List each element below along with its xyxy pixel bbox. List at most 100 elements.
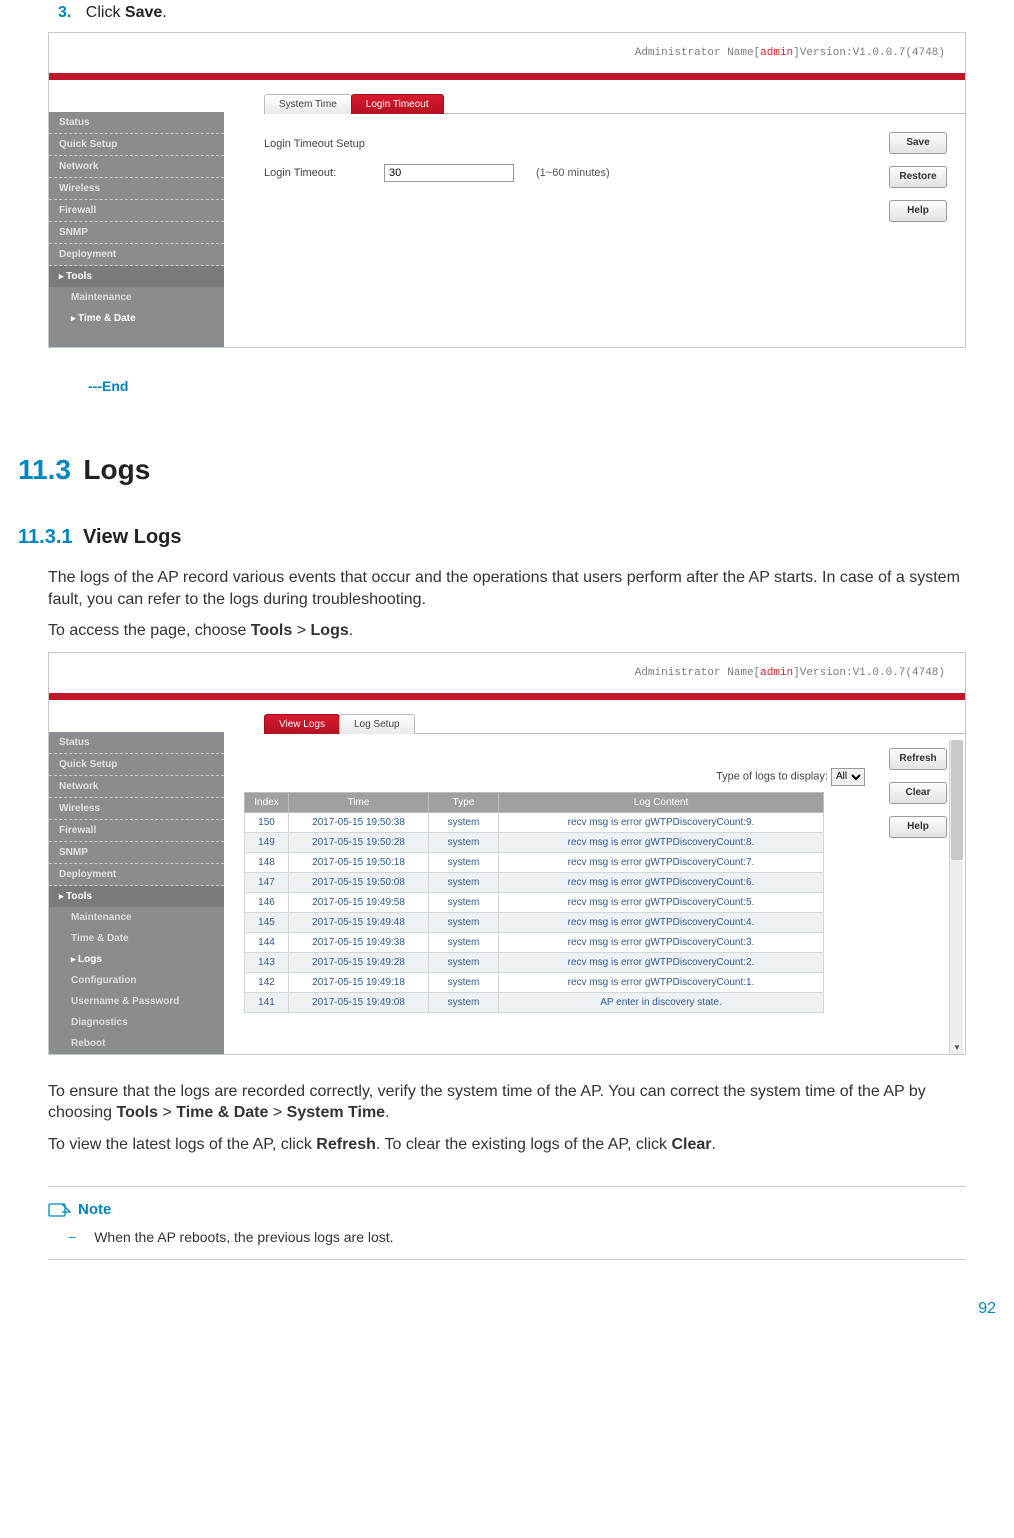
th-type: Type xyxy=(429,792,499,812)
sidebar-item-status[interactable]: Status xyxy=(49,112,224,134)
tab-view-logs[interactable]: View Logs xyxy=(264,714,340,734)
step-number: 3. xyxy=(58,4,71,21)
restore-button[interactable]: Restore xyxy=(889,166,947,188)
table-row: 1492017-05-15 19:50:28systemrecv msg is … xyxy=(245,832,824,852)
red-divider xyxy=(49,73,965,80)
tab-login-timeout[interactable]: Login Timeout xyxy=(351,94,444,114)
note-item: −When the AP reboots, the previous logs … xyxy=(68,1229,966,1245)
paragraph-1: The logs of the AP record various events… xyxy=(48,567,966,610)
heading-11-3-1: 11.3.1 View Logs xyxy=(18,526,996,549)
section-heading: Login Timeout Setup xyxy=(264,138,965,150)
end-marker: ---End xyxy=(88,378,996,394)
paragraph-2: To access the page, choose Tools > Logs. xyxy=(48,620,966,642)
filter-select[interactable]: All xyxy=(831,768,865,786)
sidebar-item-quick-setup[interactable]: Quick Setup xyxy=(49,754,224,776)
sidebar-subitem-maintenance[interactable]: Maintenance xyxy=(49,907,224,928)
page-number: 92 xyxy=(18,1300,996,1318)
step-text-pre: Click xyxy=(86,4,125,21)
table-cell: recv msg is error gWTPDiscoveryCount:3. xyxy=(499,932,824,952)
th-time: Time xyxy=(289,792,429,812)
table-cell: recv msg is error gWTPDiscoveryCount:6. xyxy=(499,872,824,892)
sidebar-item-snmp[interactable]: SNMP xyxy=(49,222,224,244)
table-cell: recv msg is error gWTPDiscoveryCount:8. xyxy=(499,832,824,852)
sidebar-item-wireless[interactable]: Wireless xyxy=(49,178,224,200)
table-cell: 2017-05-15 19:50:38 xyxy=(289,812,429,832)
table-row: 1462017-05-15 19:49:58systemrecv msg is … xyxy=(245,892,824,912)
table-cell: system xyxy=(429,932,499,952)
tab-log-setup[interactable]: Log Setup xyxy=(339,714,415,734)
table-cell: system xyxy=(429,892,499,912)
table-cell: 2017-05-15 19:49:18 xyxy=(289,972,429,992)
table-cell: system xyxy=(429,912,499,932)
sidebar-item-network[interactable]: Network xyxy=(49,156,224,178)
table-cell: 141 xyxy=(245,992,289,1012)
sidebar-subitem-diagnostics[interactable]: Diagnostics xyxy=(49,1012,224,1033)
table-row: 1432017-05-15 19:49:28systemrecv msg is … xyxy=(245,952,824,972)
table-cell: recv msg is error gWTPDiscoveryCount:4. xyxy=(499,912,824,932)
table-cell: recv msg is error gWTPDiscoveryCount:1. xyxy=(499,972,824,992)
sidebar-subitem-reboot[interactable]: Reboot xyxy=(49,1033,224,1054)
topbar-prefix: Administrator Name[ xyxy=(635,47,760,59)
tab-system-time[interactable]: System Time xyxy=(264,94,352,114)
table-cell: recv msg is error gWTPDiscoveryCount:9. xyxy=(499,812,824,832)
login-timeout-hint: (1~60 minutes) xyxy=(536,167,610,179)
sidebar-item-firewall[interactable]: Firewall xyxy=(49,820,224,842)
subheading-title: View Logs xyxy=(83,526,182,548)
help-button[interactable]: Help xyxy=(889,816,947,838)
table-cell: 2017-05-15 19:50:28 xyxy=(289,832,429,852)
table-row: 1442017-05-15 19:49:38systemrecv msg is … xyxy=(245,932,824,952)
save-button[interactable]: Save xyxy=(889,132,947,154)
sidebar-item-status[interactable]: Status xyxy=(49,732,224,754)
table-row: 1482017-05-15 19:50:18systemrecv msg is … xyxy=(245,852,824,872)
sidebar-item-snmp[interactable]: SNMP xyxy=(49,842,224,864)
scrollbar[interactable]: ▲ ▼ xyxy=(949,740,963,1054)
step-text-tail: . xyxy=(162,4,166,21)
sidebar-subitem-maintenance[interactable]: Maintenance xyxy=(49,287,224,308)
sidebar: Status Quick Setup Network Wireless Fire… xyxy=(49,80,224,347)
table-cell: system xyxy=(429,852,499,872)
table-cell: 143 xyxy=(245,952,289,972)
heading-title: Logs xyxy=(83,454,150,485)
clear-button[interactable]: Clear xyxy=(889,782,947,804)
table-cell: 145 xyxy=(245,912,289,932)
note-box: Note −When the AP reboots, the previous … xyxy=(48,1186,966,1260)
sidebar-subitem-time-date[interactable]: Time & Date xyxy=(49,308,224,329)
topbar-prefix: Administrator Name[ xyxy=(635,667,760,679)
sidebar-item-deployment[interactable]: Deployment xyxy=(49,244,224,266)
table-cell: 2017-05-15 19:49:28 xyxy=(289,952,429,972)
topbar-admin: admin xyxy=(760,667,793,679)
sidebar-item-quick-setup[interactable]: Quick Setup xyxy=(49,134,224,156)
scroll-thumb[interactable] xyxy=(951,740,963,860)
sidebar-subitem-logs[interactable]: Logs xyxy=(49,949,224,970)
table-cell: 2017-05-15 19:50:18 xyxy=(289,852,429,872)
topbar-admin: admin xyxy=(760,47,793,59)
table-cell: system xyxy=(429,992,499,1012)
app-topbar: Administrator Name[admin]Version:V1.0.0.… xyxy=(49,33,965,73)
sidebar-item-tools[interactable]: Tools xyxy=(49,266,224,287)
tabs: System Time Login Timeout xyxy=(264,92,965,114)
table-cell: 147 xyxy=(245,872,289,892)
filter-label: Type of logs to display: xyxy=(716,770,828,782)
paragraph-4: To view the latest logs of the AP, click… xyxy=(48,1134,966,1156)
sidebar-item-deployment[interactable]: Deployment xyxy=(49,864,224,886)
sidebar-item-firewall[interactable]: Firewall xyxy=(49,200,224,222)
refresh-button[interactable]: Refresh xyxy=(889,748,947,770)
screenshot-login-timeout: Administrator Name[admin]Version:V1.0.0.… xyxy=(48,32,966,348)
sidebar-item-network[interactable]: Network xyxy=(49,776,224,798)
scroll-down-icon[interactable]: ▼ xyxy=(951,1042,963,1054)
step-3: 3. Click Save. xyxy=(58,4,996,22)
help-button[interactable]: Help xyxy=(889,200,947,222)
subheading-number: 11.3.1 xyxy=(18,526,73,548)
login-timeout-input[interactable] xyxy=(384,164,514,182)
table-cell: AP enter in discovery state. xyxy=(499,992,824,1012)
heading-number: 11.3 xyxy=(18,454,71,485)
sidebar-item-tools[interactable]: Tools xyxy=(49,886,224,907)
sidebar-subitem-configuration[interactable]: Configuration xyxy=(49,970,224,991)
table-cell: system xyxy=(429,832,499,852)
sidebar-subitem-username-password[interactable]: Username & Password xyxy=(49,991,224,1012)
sidebar-subitem-time-date[interactable]: Time & Date xyxy=(49,928,224,949)
table-cell: recv msg is error gWTPDiscoveryCount:2. xyxy=(499,952,824,972)
sidebar-item-wireless[interactable]: Wireless xyxy=(49,798,224,820)
note-heading: Note xyxy=(48,1201,966,1219)
table-cell: 2017-05-15 19:49:58 xyxy=(289,892,429,912)
